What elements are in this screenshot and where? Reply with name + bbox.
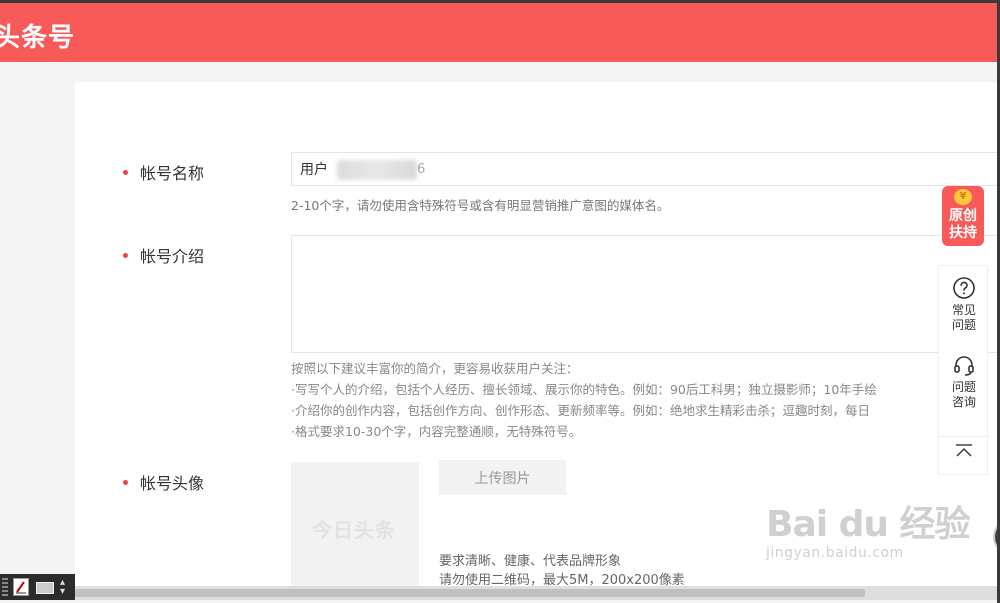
requirement-line: 请勿使用二维码，最大5M，200x200像素 bbox=[439, 573, 685, 587]
required-dot bbox=[123, 170, 128, 175]
account-name-suffix: 6 bbox=[417, 162, 426, 177]
guide-line: ·格式要求10-30个字，内容完整通顺，无特殊符号。 bbox=[291, 424, 582, 439]
top-header: 头条号 bbox=[0, 3, 997, 62]
account-name-label: 帐号名称 bbox=[123, 160, 204, 184]
brand-logo[interactable]: 头条号 bbox=[0, 17, 75, 54]
avatar-preview: 今日头条 bbox=[291, 462, 419, 587]
required-dot bbox=[123, 480, 128, 485]
question-circle-icon bbox=[953, 277, 975, 299]
scrollbar-thumb[interactable] bbox=[75, 589, 865, 597]
avatar-requirements: 要求清晰、健康、代表品牌形象 请勿使用二维码，最大5M，200x200像素 bbox=[439, 552, 685, 587]
headset-icon bbox=[954, 356, 974, 376]
account-name-hint: 2-10个字，请勿使用含特殊符号或含有明显营销推广意图的媒体名。 bbox=[291, 198, 670, 213]
consult-button[interactable]: 问题咨询 bbox=[939, 353, 989, 410]
back-to-top-icon bbox=[956, 444, 972, 457]
avatar-placeholder-text: 今日头条 bbox=[312, 518, 396, 542]
baidu-jingyan-watermark: Bai du 经验 jingyan.baidu.com bbox=[766, 504, 971, 561]
account-intro-guide: 按照以下建议丰富你的简介，更容易收获用户关注： ·写写个人的介绍，包括个人经历、… bbox=[291, 358, 877, 442]
faq-button[interactable]: 常见问题 bbox=[939, 276, 989, 333]
horizontal-scrollbar[interactable] bbox=[75, 586, 1000, 600]
account-avatar-label: 帐号头像 bbox=[123, 470, 204, 494]
redacted-name-mask bbox=[337, 160, 417, 180]
account-intro-textarea[interactable] bbox=[291, 235, 1000, 353]
upload-image-button[interactable]: 上传图片 bbox=[439, 460, 566, 495]
ime-menu-icon[interactable]: ▴ ▾ bbox=[60, 578, 68, 597]
guide-line: ·写写个人的介绍，包括个人经历、擅长领域、展示你的特色。例如：90后工科男；独立… bbox=[291, 382, 877, 397]
pen-input-icon[interactable] bbox=[13, 578, 29, 596]
side-toolbar: 常见问题 问题咨询 bbox=[938, 265, 989, 475]
pen-icon bbox=[16, 581, 26, 594]
guide-line: ·介绍你的创作内容，包括创作方向、创作形态、更新频率等。例如：绝地求生精彩击杀；… bbox=[291, 403, 870, 418]
back-to-top-button[interactable] bbox=[939, 436, 989, 462]
original-support-badge[interactable]: ¥ 原创扶持 bbox=[942, 186, 984, 246]
app-window: 头条号 帐号名称 用户 6 2-10个字，请勿使用含特殊符号或含有明显营销推广意… bbox=[0, 0, 1000, 603]
keyboard-icon[interactable] bbox=[36, 582, 54, 594]
required-dot bbox=[123, 253, 128, 258]
guide-title: 按照以下建议丰富你的简介，更容易收获用户关注： bbox=[291, 361, 579, 376]
grip-icon[interactable] bbox=[2, 578, 8, 596]
coin-icon: ¥ bbox=[954, 189, 972, 205]
ime-toolbar: ▴ ▾ bbox=[0, 574, 75, 600]
requirement-line: 要求清晰、健康、代表品牌形象 bbox=[439, 554, 622, 569]
account-intro-label: 帐号介绍 bbox=[123, 243, 204, 267]
